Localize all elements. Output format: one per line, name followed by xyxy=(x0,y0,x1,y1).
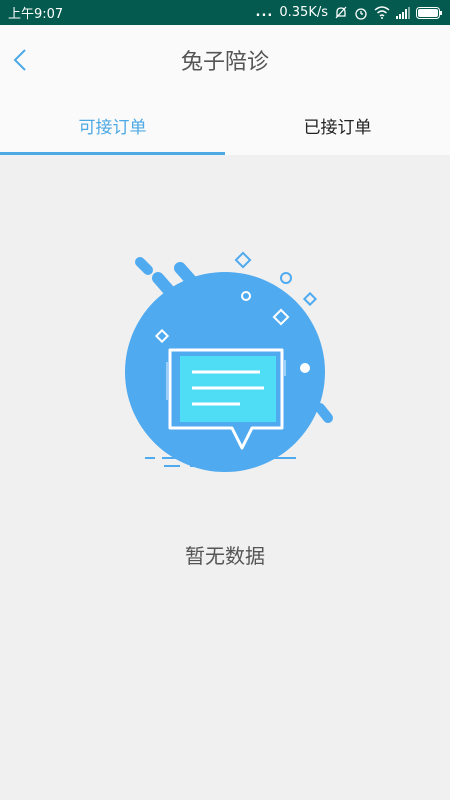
empty-message-illustration xyxy=(125,251,333,472)
battery-icon xyxy=(416,6,442,19)
back-button[interactable] xyxy=(8,45,32,75)
page-title: 兔子陪诊 xyxy=(180,50,269,75)
nav-bar: 兔子陪诊 xyxy=(0,25,450,95)
tab-accepted-orders[interactable]: 已接订单 xyxy=(225,95,450,155)
status-bar: 上午9:07 ... 0.35K/s xyxy=(0,0,450,25)
order-list-area[interactable]: 暂无数据 xyxy=(0,155,450,800)
wifi-icon xyxy=(374,6,390,19)
network-speed: 0.35K/s xyxy=(279,5,328,20)
signal-icon xyxy=(396,6,410,19)
empty-state-message: 暂无数据 xyxy=(185,544,265,568)
tab-label: 可接订单 xyxy=(78,117,147,138)
status-dots: ... xyxy=(255,5,274,20)
status-time: 上午9:07 xyxy=(8,7,64,22)
status-indicators: ... 0.35K/s xyxy=(256,5,442,20)
tab-available-orders[interactable]: 可接订单 xyxy=(0,95,225,155)
order-tabs: 可接订单 已接订单 xyxy=(0,95,450,155)
alarm-icon xyxy=(354,6,368,20)
chevron-left-icon xyxy=(13,49,26,71)
mute-icon xyxy=(334,6,348,20)
tab-label: 已接订单 xyxy=(303,117,372,138)
